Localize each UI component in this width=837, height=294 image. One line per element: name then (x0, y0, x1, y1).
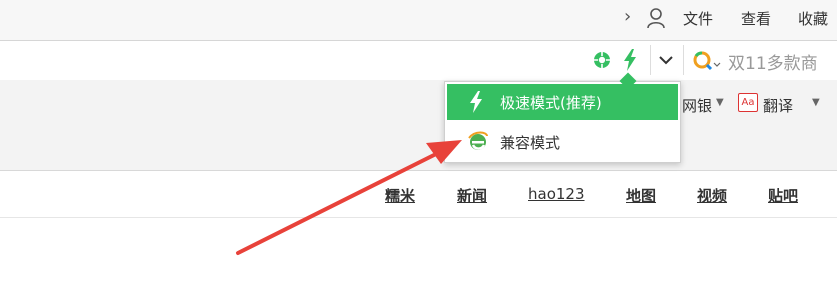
menu-favorites[interactable]: 收藏 (798, 8, 828, 29)
divider (650, 45, 651, 75)
nav-link-nuomi[interactable]: 糯米 (385, 185, 415, 206)
chevron-down-icon[interactable]: ▼ (812, 97, 820, 108)
nav-link-tieba[interactable]: 贴吧 (768, 185, 798, 206)
nav-link-video[interactable]: 视频 (697, 185, 727, 206)
translate-button[interactable]: 翻译 (763, 95, 793, 116)
top-menu-bar: › 文件 查看 收藏 (0, 0, 837, 40)
chevron-down-icon[interactable] (656, 50, 676, 70)
chevron-down-icon[interactable]: ▼ (716, 97, 724, 108)
divider (0, 217, 837, 218)
lightning-icon (470, 91, 482, 113)
menu-item-compat-mode[interactable]: 兼容模式 (447, 124, 678, 160)
toolbar-strip: 网银 ▼ Aa 翻译 ▼ (0, 80, 837, 171)
user-icon[interactable] (646, 7, 666, 29)
nav-link-map[interactable]: 地图 (626, 185, 656, 206)
menu-item-label: 极速模式(推荐) (500, 94, 602, 112)
menu-file[interactable]: 文件 (683, 8, 713, 29)
mode-dropdown-menu: 极速模式(推荐) 兼容模式 (444, 72, 681, 163)
lightning-icon[interactable] (622, 49, 638, 71)
address-bar: 双11多款商 (0, 40, 837, 81)
ie-icon (468, 131, 488, 150)
nav-link-hao123[interactable]: hao123 (528, 185, 585, 203)
menu-item-speed-mode[interactable]: 极速模式(推荐) (447, 84, 678, 120)
translate-icon: Aa (738, 93, 758, 112)
search-icon[interactable] (692, 50, 722, 72)
menu-view[interactable]: 查看 (741, 8, 771, 29)
chevron-right-icon[interactable]: › (624, 6, 631, 27)
nav-link-news[interactable]: 新闻 (457, 185, 487, 206)
divider (683, 45, 684, 75)
bank-button[interactable]: 网银 (682, 95, 712, 116)
search-input[interactable]: 双11多款商 (728, 49, 818, 74)
shield-icon[interactable] (593, 51, 611, 69)
menu-item-label: 兼容模式 (500, 134, 561, 152)
